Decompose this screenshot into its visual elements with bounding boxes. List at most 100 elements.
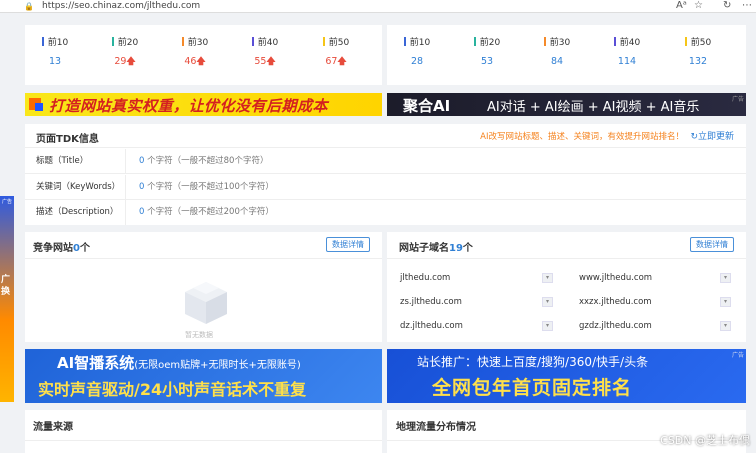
up-arrow-icon: 🡅 xyxy=(196,57,206,67)
tdk-value: 0 个字符（一般不超过200个字符） xyxy=(139,207,274,217)
rank-color-bar xyxy=(403,37,406,46)
up-arrow-icon: 🡅 xyxy=(337,57,347,67)
empty-box-icon xyxy=(185,282,227,324)
tdk-key: 描述（Description） xyxy=(25,200,126,225)
ad-banner-promotion[interactable]: 站长推广：快速上百度/搜狗/360/快手/头条 全网包年首页固定排名 广告 xyxy=(387,349,746,403)
divider xyxy=(25,258,382,259)
ad-tag: 广告 xyxy=(2,199,13,205)
banner-text: AI对话 + AI绘画 + AI视频 + AI音乐 xyxy=(487,100,700,115)
tdk-key: 关键词（KeyWords） xyxy=(25,175,126,199)
rank-color-bar xyxy=(613,37,616,46)
subdomain-item[interactable]: xxzx.jlthedu.com xyxy=(579,297,652,307)
ad-banner-ai[interactable]: 聚合AI AI对话 + AI绘画 + AI视频 + AI音乐 广告 xyxy=(387,93,746,116)
tdk-title: 页面TDK信息 xyxy=(36,134,99,145)
ai-rewrite-link[interactable]: AI改写网站标题、描述、关键词，有效提升网站排名！ xyxy=(480,130,684,142)
competitor-detail-button[interactable]: 数据详情 xyxy=(326,237,370,252)
rank-label: 前30 xyxy=(165,37,225,49)
rank-value[interactable]: 132 xyxy=(668,55,728,69)
rank-label: 前20 xyxy=(457,37,517,49)
rank-column: 前20 29🡅 xyxy=(95,37,155,69)
tdk-row-description: 描述（Description） 0 个字符（一般不超过200个字符） xyxy=(25,200,746,225)
dropdown-icon[interactable]: ▾ xyxy=(720,321,731,331)
banner-text: 打造网站真实权重，让优化没有后期成本 xyxy=(49,97,329,115)
rank-column: 前30 46🡅 xyxy=(165,37,225,69)
browser-address-bar[interactable]: 🔒 https://seo.chinaz.com/jlthedu.com Aᵃ … xyxy=(0,0,756,13)
ad-banner-weight[interactable]: 打造网站真实权重，让优化没有后期成本 xyxy=(25,93,382,116)
rank-value[interactable]: 53 xyxy=(457,55,517,69)
rank-column: 前50 132 xyxy=(668,37,728,69)
tdk-row-keywords: 关键词（KeyWords） 0 个字符（一般不超过100个字符） xyxy=(25,175,746,200)
update-button[interactable]: ↻立即更新 xyxy=(690,129,734,142)
subdomain-item[interactable]: dz.jlthedu.com xyxy=(400,321,463,331)
rank-color-bar xyxy=(181,37,184,46)
dropdown-icon[interactable]: ▾ xyxy=(542,273,553,283)
side-ad-strip[interactable]: 广告 广 换 xyxy=(0,196,14,402)
rank-color-bar xyxy=(684,37,687,46)
subdomain-item[interactable]: gzdz.jlthedu.com xyxy=(579,321,652,331)
rank-value[interactable]: 28 xyxy=(387,55,447,69)
tdk-value: 0 个字符（一般不超过80个字符） xyxy=(139,156,269,166)
url-text[interactable]: https://seo.chinaz.com/jlthedu.com xyxy=(42,1,200,11)
traffic-source-title: 流量来源 xyxy=(33,422,73,433)
rank-value[interactable]: 55🡅 xyxy=(235,55,295,69)
up-arrow-icon: 🡅 xyxy=(126,57,136,67)
rank-label: 前40 xyxy=(597,37,657,49)
rank-column: 前10 28 xyxy=(387,37,447,69)
rank-color-bar xyxy=(251,37,254,46)
refresh-icon[interactable]: ↻ xyxy=(723,0,731,11)
rank-color-bar xyxy=(473,37,476,46)
rank-label: 前10 xyxy=(387,37,447,49)
rank-label: 前30 xyxy=(527,37,587,49)
ad-tag: 广告 xyxy=(731,352,744,359)
read-aloud-icon[interactable]: Aᵃ xyxy=(676,0,687,11)
rank-panel-left: 前10 13 前20 29🡅 前30 46🡅 前40 55🡅 前50 67🡅 xyxy=(25,25,382,85)
rank-label: 前40 xyxy=(235,37,295,49)
subdomain-item[interactable]: www.jlthedu.com xyxy=(579,273,652,283)
subdomain-item[interactable]: jlthedu.com xyxy=(400,273,450,283)
dropdown-icon[interactable]: ▾ xyxy=(720,297,731,307)
divider xyxy=(387,258,746,259)
refresh-icon: ↻ xyxy=(690,132,698,142)
tdk-header: 页面TDK信息 AI改写网站标题、描述、关键词，有效提升网站排名！ ↻立即更新 xyxy=(25,124,746,148)
tdk-panel: 页面TDK信息 AI改写网站标题、描述、关键词，有效提升网站排名！ ↻立即更新 … xyxy=(25,124,746,225)
rank-color-bar xyxy=(543,37,546,46)
ad-banner-ai-live[interactable]: AI智播系统(无限oem贴牌+无限时长+无限账号) 实时声音驱动/24小时声音话… xyxy=(25,349,382,403)
rank-value[interactable]: 46🡅 xyxy=(165,55,225,69)
rank-color-bar xyxy=(111,37,114,46)
dropdown-icon[interactable]: ▾ xyxy=(542,321,553,331)
tdk-value: 0 个字符（一般不超过100个字符） xyxy=(139,182,274,192)
empty-text: 暂无数据 xyxy=(185,331,213,339)
geo-traffic-title: 地理流量分布情况 xyxy=(396,422,476,433)
rank-column: 前20 53 xyxy=(457,37,517,69)
rank-value[interactable]: 67🡅 xyxy=(306,55,366,69)
competitor-panel: 竞争网站0个 数据详情 暂无数据 xyxy=(25,232,382,342)
rank-column: 前40 114 xyxy=(597,37,657,69)
rank-value[interactable]: 13 xyxy=(25,55,85,69)
rank-value[interactable]: 29🡅 xyxy=(95,55,155,69)
subdomain-detail-button[interactable]: 数据详情 xyxy=(690,237,734,252)
subdomain-title: 网站子域名19个 xyxy=(399,243,473,254)
rank-color-bar xyxy=(41,37,44,46)
rank-value[interactable]: 84 xyxy=(527,55,587,69)
rank-value[interactable]: 114 xyxy=(597,55,657,69)
rank-color-bar xyxy=(322,37,325,46)
star-icon[interactable]: ☆ xyxy=(694,0,703,11)
traffic-source-panel: 流量来源 xyxy=(25,410,382,453)
dropdown-icon[interactable]: ▾ xyxy=(720,273,731,283)
rank-column: 前30 84 xyxy=(527,37,587,69)
dropdown-icon[interactable]: ▾ xyxy=(542,297,553,307)
rank-column: 前10 13 xyxy=(25,37,85,69)
more-icon[interactable]: ⋯ xyxy=(742,0,752,11)
rank-label: 前50 xyxy=(668,37,728,49)
rank-label: 前10 xyxy=(25,37,85,49)
banner-line2: 实时声音驱动/24小时声音话术不重复 xyxy=(38,380,307,399)
banner-line1: AI智播系统(无限oem贴牌+无限时长+无限账号) xyxy=(57,354,301,372)
ad-tag: 广告 xyxy=(731,96,744,103)
rank-label: 前50 xyxy=(306,37,366,49)
rank-panel-right: 前10 28 前20 53 前30 84 前40 114 前50 132 xyxy=(387,25,746,85)
up-arrow-icon: 🡅 xyxy=(266,57,276,67)
lock-icon: 🔒 xyxy=(24,2,34,11)
rank-column: 前50 67🡅 xyxy=(306,37,366,69)
subdomain-item[interactable]: zs.jlthedu.com xyxy=(400,297,462,307)
banner-logo: 聚合AI xyxy=(403,97,451,115)
